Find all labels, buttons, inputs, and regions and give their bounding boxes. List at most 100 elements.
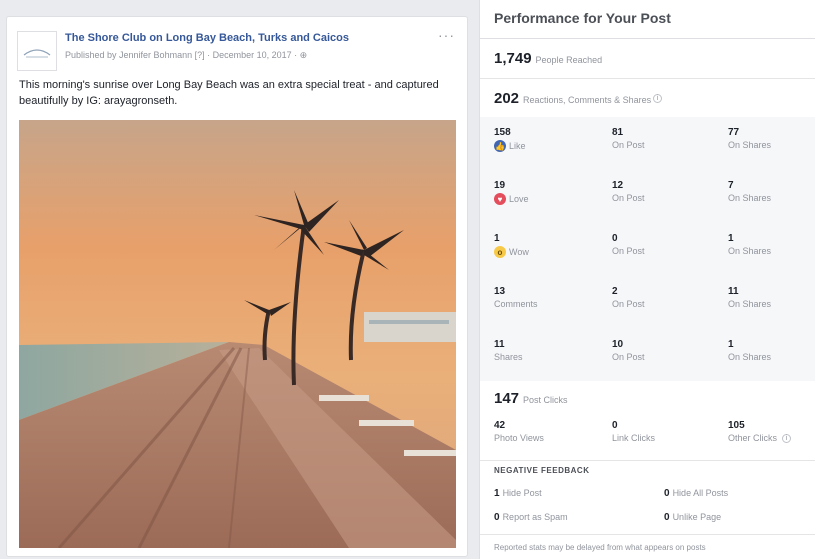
post-clicks-value: 147 xyxy=(494,390,520,407)
page-name-link[interactable]: The Shore Club on Long Bay Beach, Turks … xyxy=(65,32,349,44)
link-clicks-label: Link Clicks xyxy=(612,433,656,443)
comments-on-shares-label: On Shares xyxy=(728,299,772,309)
hide-post-value: 1 xyxy=(494,488,500,499)
post-header: The Shore Club on Long Bay Beach, Turks … xyxy=(17,27,457,71)
like-on-shares: 77 On Shares xyxy=(728,127,771,150)
other-clicks-value: 105 xyxy=(728,420,745,431)
hide-post-label: Hide Post xyxy=(502,488,542,498)
people-reached-metric: 1,749 People Reached xyxy=(494,50,602,68)
love-on-post: 12 On Post xyxy=(612,180,645,203)
reactions-metric: 202 Reactions, Comments & Shares i xyxy=(494,90,663,108)
divider xyxy=(480,78,815,79)
wow-label: Wow xyxy=(509,247,529,257)
insights-title: Performance for Your Post xyxy=(494,10,671,26)
report-spam-label: Report as Spam xyxy=(502,512,568,522)
wow-on-shares: 1 On Shares xyxy=(728,233,771,256)
people-reached-label: People Reached xyxy=(535,55,603,65)
love-on-shares: 7 On Shares xyxy=(728,180,771,203)
comments-on-shares: 11 On Shares xyxy=(728,286,771,309)
shares-total: 11 Shares xyxy=(494,339,523,362)
love-on-shares-value: 7 xyxy=(728,180,734,191)
love-on-post-label: On Post xyxy=(612,193,645,203)
divider xyxy=(480,534,815,535)
other-clicks: 105 Other Clicks i xyxy=(728,420,792,443)
like-icon: 👍 xyxy=(494,140,506,152)
comments-total: 13 Comments xyxy=(494,286,538,309)
wow-on-shares-label: On Shares xyxy=(728,246,772,256)
beach-sunrise-image xyxy=(19,120,456,548)
love-on-shares-label: On Shares xyxy=(728,193,772,203)
unlike-page-label: Unlike Page xyxy=(672,512,722,522)
shares-total-value: 11 xyxy=(494,339,505,350)
comments-on-post-label: On Post xyxy=(612,299,645,309)
like-on-post-label: On Post xyxy=(612,140,645,150)
post-photo[interactable] xyxy=(19,120,456,548)
love-total-value: 19 xyxy=(494,180,506,191)
hide-all-posts-label: Hide All Posts xyxy=(672,488,729,498)
like-on-post: 81 On Post xyxy=(612,127,645,150)
shares-label: Shares xyxy=(494,352,523,362)
photo-views-label: Photo Views xyxy=(494,433,544,443)
wow-on-shares-value: 1 xyxy=(728,233,734,244)
wow-total-value: 1 xyxy=(494,233,500,244)
post-clicks-label: Post Clicks xyxy=(523,395,568,405)
other-clicks-label: Other Clicks xyxy=(728,433,778,443)
like-on-post-value: 81 xyxy=(612,127,624,138)
comments-label: Comments xyxy=(494,299,538,309)
love-label: Love xyxy=(509,194,529,204)
reactions-label: Reactions, Comments & Shares xyxy=(523,95,652,105)
negative-feedback-title: NEGATIVE FEEDBACK xyxy=(494,466,590,475)
globe-icon: ⊕ xyxy=(299,50,308,60)
reactions-breakdown: 158 👍 Like 81 On Post 77 On Shares 19 ♥ Love 1… xyxy=(480,117,815,381)
photo-views: 42 Photo Views xyxy=(494,420,544,443)
wow-icon: o xyxy=(494,246,506,258)
info-icon[interactable]: i xyxy=(653,94,663,104)
info-icon[interactable]: i xyxy=(782,433,792,443)
comments-total-value: 13 xyxy=(494,286,506,297)
divider xyxy=(480,460,815,461)
unlike-page-value: 0 xyxy=(664,512,670,523)
unlike-page-stat: 0 Unlike Page xyxy=(664,512,721,523)
like-on-shares-value: 77 xyxy=(728,127,740,138)
breakdown-row-wow: 1 o Wow 0 On Post 1 On Shares xyxy=(480,223,815,275)
wow-total: 1 o Wow xyxy=(494,233,529,258)
shares-on-shares: 1 On Shares xyxy=(728,339,771,362)
post-clicks-metric: 147 Post Clicks xyxy=(494,390,568,408)
people-reached-value: 1,749 xyxy=(494,50,532,67)
post-meta: Published by Jennifer Bohmann [?] · Dece… xyxy=(65,50,307,61)
shore-club-logo-icon xyxy=(23,49,51,58)
comments-on-post: 2 On Post xyxy=(612,286,645,309)
page-logo[interactable] xyxy=(17,31,57,71)
link-clicks: 0 Link Clicks xyxy=(612,420,655,443)
shares-on-shares-value: 1 xyxy=(728,339,734,350)
breakdown-row-love: 19 ♥ Love 12 On Post 7 On Shares xyxy=(480,170,815,222)
love-on-post-value: 12 xyxy=(612,180,624,191)
comments-on-shares-value: 11 xyxy=(728,286,739,297)
like-total: 158 👍 Like xyxy=(494,127,526,152)
like-total-value: 158 xyxy=(494,127,511,138)
post-meta-text: Published by Jennifer Bohmann [?] · Dece… xyxy=(65,50,300,60)
breakdown-row-like: 158 👍 Like 81 On Post 77 On Shares xyxy=(480,117,815,169)
post-insights-panel: Performance for Your Post 1,749 People Re… xyxy=(479,0,815,559)
shares-on-post-value: 10 xyxy=(612,339,624,350)
love-icon: ♥ xyxy=(494,193,506,205)
post-text: This morning's sunrise over Long Bay Bea… xyxy=(19,79,439,107)
link-clicks-value: 0 xyxy=(612,420,618,431)
wow-on-post: 0 On Post xyxy=(612,233,645,256)
like-on-shares-label: On Shares xyxy=(728,140,772,150)
reactions-value: 202 xyxy=(494,90,520,107)
report-spam-stat: 0 Report as Spam xyxy=(494,512,568,523)
hide-all-posts-value: 0 xyxy=(664,488,670,499)
clicks-breakdown: 42 Photo Views 0 Link Clicks 105 Other Clic… xyxy=(480,416,815,456)
hide-all-posts-stat: 0 Hide All Posts xyxy=(664,488,728,499)
report-spam-value: 0 xyxy=(494,512,500,523)
hide-post-stat: 1 Hide Post xyxy=(494,488,542,499)
footnote: Reported stats may be delayed from what … xyxy=(494,543,706,552)
comments-on-post-value: 2 xyxy=(612,286,618,297)
breakdown-row-shares: 11 Shares 10 On Post 1 On Shares xyxy=(480,329,815,381)
more-options-icon[interactable]: ··· xyxy=(438,27,455,43)
photo-views-value: 42 xyxy=(494,420,506,431)
love-total: 19 ♥ Love xyxy=(494,180,529,205)
wow-on-post-label: On Post xyxy=(612,246,645,256)
shares-on-post-label: On Post xyxy=(612,352,645,362)
